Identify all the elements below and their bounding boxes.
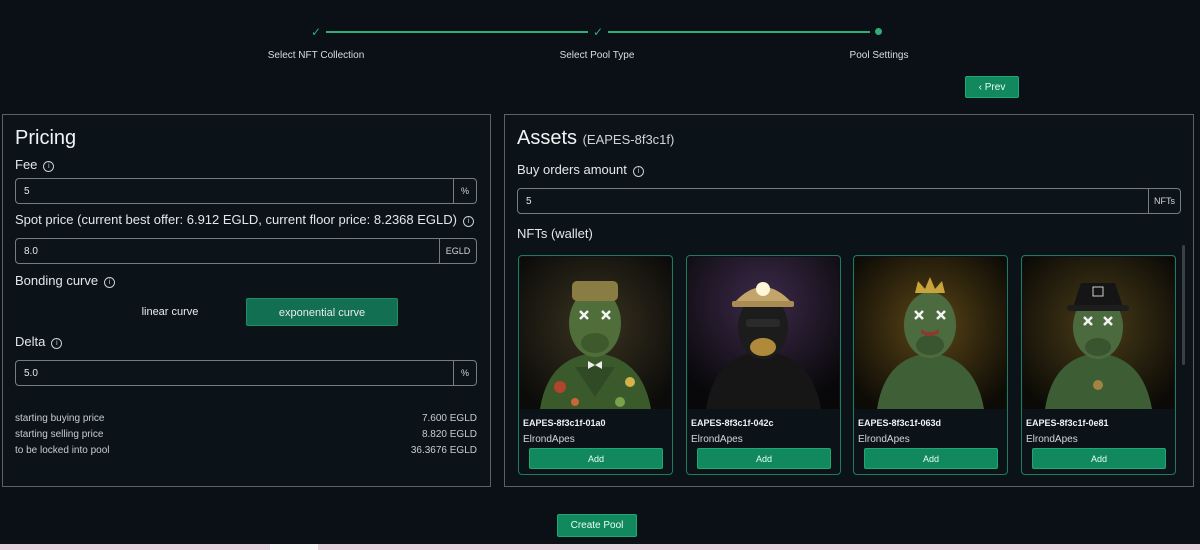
delta-input-group: % [15,360,477,386]
spot-price-input-group: EGLD [15,238,477,264]
bonding-curve-label: Bonding curve i [15,273,116,288]
step-connector-2 [608,31,870,33]
nft-image [1023,257,1174,409]
bonding-curve-label-text: Bonding curve [15,273,99,288]
add-nft-button[interactable]: Add [697,448,831,469]
current-step-dot [875,28,882,35]
nft-card[interactable]: EAPES-8f3c1f-0e81 ElrondApes Add [1021,255,1176,475]
fee-input-group: % [15,178,477,204]
summary-row-locked-amount: to be locked into pool 36.3676 EGLD [15,445,477,456]
progress-stepper: ✓ ✓ Select NFT Collection Select Pool Ty… [0,0,1200,70]
spot-price-label-text: Spot price (current best offer: 6.912 EG… [15,212,457,227]
info-icon[interactable]: i [462,216,474,227]
step-label-pool-settings: Pool Settings [849,50,909,61]
nft-image [520,257,671,409]
nft-card[interactable]: EAPES-8f3c1f-042c ElrondApes Add [686,255,841,475]
nft-collection: ElrondApes [523,434,575,445]
step-connector-1 [326,31,588,33]
collection-id: (EAPES-8f3c1f) [582,132,675,147]
nft-name: EAPES-8f3c1f-042c [691,418,774,428]
delta-input[interactable] [16,361,453,385]
assets-title-text: Assets [517,127,578,149]
summary-value: 8.820 EGLD [421,429,477,440]
nft-card[interactable]: EAPES-8f3c1f-063d ElrondApes Add [853,255,1008,475]
nft-collection: ElrondApes [691,434,743,445]
summary-label: starting selling price [15,429,104,440]
assets-panel: Assets (EAPES-8f3c1f) Buy orders amount i… [504,114,1194,487]
spot-price-unit: EGLD [439,239,476,263]
summary-label: to be locked into pool [15,445,110,456]
step-label-select-collection[interactable]: Select NFT Collection [268,50,365,61]
fee-unit: % [453,179,476,203]
check-icon: ✓ [310,25,322,39]
step-label-select-pool-type[interactable]: Select Pool Type [560,50,635,61]
spot-price-input[interactable] [16,239,439,263]
buy-orders-input[interactable] [518,189,1148,213]
pricing-panel: Pricing Feei % Spot price (current best … [2,114,491,487]
assets-title: Assets (EAPES-8f3c1f) [517,127,674,150]
prev-button[interactable]: ‹ Prev [965,76,1019,98]
fee-input[interactable] [16,179,453,203]
nft-collection: ElrondApes [1026,434,1078,445]
nft-image [855,257,1006,409]
nfts-wallet-label: NFTs (wallet) [517,226,593,241]
nft-name: EAPES-8f3c1f-01a0 [523,418,606,428]
create-pool-button[interactable]: Create Pool [557,514,637,537]
nft-name: EAPES-8f3c1f-063d [858,418,942,428]
summary-value: 7.600 EGLD [421,413,477,424]
buy-orders-label-text: Buy orders amount [517,162,627,177]
cards-scrollbar[interactable] [1182,245,1185,365]
summary-label: starting buying price [15,413,105,424]
exponential-curve-option[interactable]: exponential curve [246,298,398,326]
buy-orders-input-group: NFTs [517,188,1181,214]
buy-orders-unit: NFTs [1148,189,1180,213]
fee-label-text: Fee [15,157,38,172]
pricing-title: Pricing [15,127,77,149]
nft-card-list: EAPES-8f3c1f-01a0 ElrondApes Add EAPES-8… [518,255,1178,475]
taskbar-segment [270,544,318,550]
check-icon: ✓ [592,25,604,39]
add-nft-button[interactable]: Add [1032,448,1166,469]
bottom-taskbar-strip [0,544,1200,550]
info-icon[interactable]: i [51,338,63,349]
delta-label: Delta i [15,334,63,349]
summary-value: 36.3676 EGLD [410,445,477,456]
linear-curve-option[interactable]: linear curve [95,298,245,326]
buy-orders-label: Buy orders amount i [517,162,644,177]
summary-row-selling-price: starting selling price 8.820 EGLD [15,429,477,440]
delta-label-text: Delta [15,334,46,349]
nft-collection: ElrondApes [858,434,910,445]
info-icon[interactable]: i [43,161,55,172]
nft-name: EAPES-8f3c1f-0e81 [1026,418,1109,428]
info-icon[interactable]: i [632,166,644,177]
summary-row-buying-price: starting buying price 7.600 EGLD [15,413,477,424]
delta-unit: % [453,361,476,385]
add-nft-button[interactable]: Add [529,448,663,469]
add-nft-button[interactable]: Add [864,448,998,469]
info-icon[interactable]: i [104,277,116,288]
nft-image [688,257,839,409]
nft-card[interactable]: EAPES-8f3c1f-01a0 ElrondApes Add [518,255,673,475]
fee-label: Fee i [15,157,55,172]
spot-price-label: Spot price (current best offer: 6.912 EG… [15,212,474,227]
